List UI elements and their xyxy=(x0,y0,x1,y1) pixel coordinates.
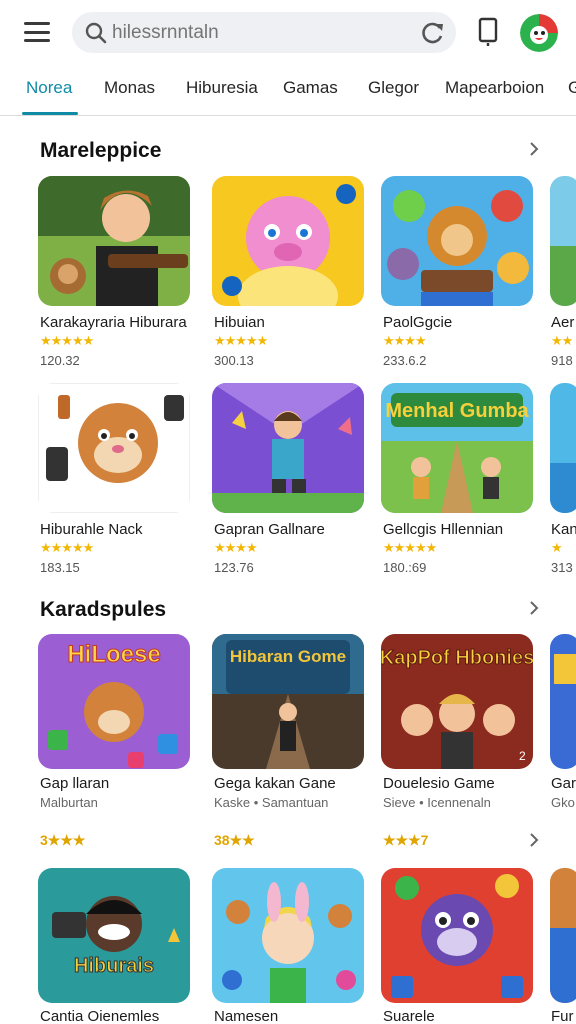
menu-icon[interactable] xyxy=(22,20,52,44)
app-developer: Gko xyxy=(551,795,575,810)
search-icon xyxy=(85,22,107,44)
app-rating: ★★★7 xyxy=(383,832,429,848)
app-icon-karakayraria[interactable] xyxy=(38,176,190,306)
app-icon-hibuian[interactable] xyxy=(212,176,364,306)
app-metric: 918 xyxy=(551,353,573,368)
search-bar[interactable] xyxy=(72,12,456,53)
app-icon-suarele[interactable] xyxy=(381,868,533,1003)
tab-hiburesia[interactable]: Hiburesia xyxy=(186,78,258,98)
tab-mapearboion[interactable]: Mapearboion xyxy=(445,78,544,98)
tab-glegor[interactable]: Glegor xyxy=(368,78,419,98)
star-rating: ★★★★★ xyxy=(40,540,94,555)
app-rating: 3★★★ xyxy=(40,832,86,848)
app-name: Aer xyxy=(551,314,575,331)
app-metric: 120.32 xyxy=(40,353,80,368)
app-name: Suarele xyxy=(383,1008,435,1024)
app-name: PaolGgcie xyxy=(383,314,453,331)
app-name: Hiburahle Nack xyxy=(40,521,143,538)
app-art-title: Menhal Gumba xyxy=(385,400,529,422)
app-name: Gega kakan Gane xyxy=(214,775,336,792)
app-icon-namesen[interactable] xyxy=(212,868,364,1003)
chevron-right-icon[interactable] xyxy=(526,832,542,848)
app-name: Fur xyxy=(551,1008,574,1024)
app-icon-gap-llaran[interactable]: HiLoese xyxy=(38,634,190,769)
top-bar xyxy=(0,0,576,66)
app-metric: 313 xyxy=(551,560,573,575)
chevron-right-icon[interactable] xyxy=(526,600,542,616)
app-art-title: HiLoese xyxy=(67,641,160,668)
app-icon-douelesio[interactable]: KapPof Hbonies 2 xyxy=(381,634,533,769)
badge-number: 2 xyxy=(519,749,526,763)
chevron-right-icon[interactable] xyxy=(526,141,542,157)
app-developer: Malburtan xyxy=(40,795,98,810)
star-rating: ★★★★ xyxy=(383,333,427,348)
app-icon-cantia[interactable]: Hiburais xyxy=(38,868,190,1003)
avatar[interactable] xyxy=(520,14,558,52)
app-icon-aer[interactable] xyxy=(550,176,576,306)
star-rating: ★★★★★ xyxy=(40,333,94,348)
app-icon-gega-kakan[interactable]: Hibaran Gome xyxy=(212,634,364,769)
app-name: Cantia Oienemles xyxy=(40,1008,160,1024)
app-metric: 183.15 xyxy=(40,560,80,575)
app-metric: 180.:69 xyxy=(383,560,427,575)
tab-monas[interactable]: Monas xyxy=(104,78,155,98)
active-tab-indicator xyxy=(22,112,78,115)
app-name: Gapran Gallnare xyxy=(214,521,325,538)
section-title-2: Karadspules xyxy=(40,598,167,621)
app-icon-kan[interactable] xyxy=(550,383,576,513)
star-rating: ★ xyxy=(551,540,563,555)
app-name: Karakayraria Hiburara xyxy=(40,314,187,331)
device-icon[interactable] xyxy=(476,17,500,47)
app-rating: 38★★ xyxy=(214,832,255,848)
app-name: Hibuian xyxy=(214,314,265,331)
app-name: Gap llaran xyxy=(40,775,110,792)
app-name: Gar xyxy=(551,775,576,792)
tab-more[interactable]: G xyxy=(568,78,576,98)
star-rating: ★★★★★ xyxy=(214,333,268,348)
star-rating: ★★ xyxy=(551,333,573,348)
app-icon-gapran[interactable] xyxy=(212,383,364,513)
app-icon-gellcgis[interactable]: Menhal Gumba xyxy=(381,383,533,513)
star-rating: ★★★★ xyxy=(214,540,258,555)
app-icon-hiburahle-nack[interactable] xyxy=(38,383,190,513)
app-metric: 300.13 xyxy=(214,353,254,368)
app-name: Gellcgis Hllennian xyxy=(383,521,504,538)
app-name: Namesen xyxy=(214,1008,279,1024)
tab-norea[interactable]: Norea xyxy=(26,78,72,98)
category-tabs: Norea Monas Hiburesia Gamas Glegor Mapea… xyxy=(0,66,576,116)
app-art-title: Hiburais xyxy=(74,955,154,977)
app-metric: 123.76 xyxy=(214,560,254,575)
app-developer: Kaske • Samantuan xyxy=(214,795,329,810)
search-input[interactable] xyxy=(112,17,412,48)
app-developer: Sieve • Icennenaln xyxy=(383,795,491,810)
app-art-title: Hibaran Gome xyxy=(230,647,346,666)
section-title-1: Mareleppice xyxy=(40,139,162,162)
app-icon-gar[interactable] xyxy=(550,634,576,769)
refresh-icon[interactable] xyxy=(420,20,446,46)
app-name: Kan xyxy=(551,521,576,538)
app-metric: 233.6.2 xyxy=(383,353,427,368)
tab-gamas[interactable]: Gamas xyxy=(283,78,338,98)
app-name: Douelesio Game xyxy=(383,775,495,792)
star-rating: ★★★★★ xyxy=(383,540,437,555)
app-art-title: KapPof Hbonies xyxy=(381,647,533,669)
app-icon-paolgcie[interactable] xyxy=(381,176,533,306)
app-icon-fur[interactable] xyxy=(550,868,576,1003)
